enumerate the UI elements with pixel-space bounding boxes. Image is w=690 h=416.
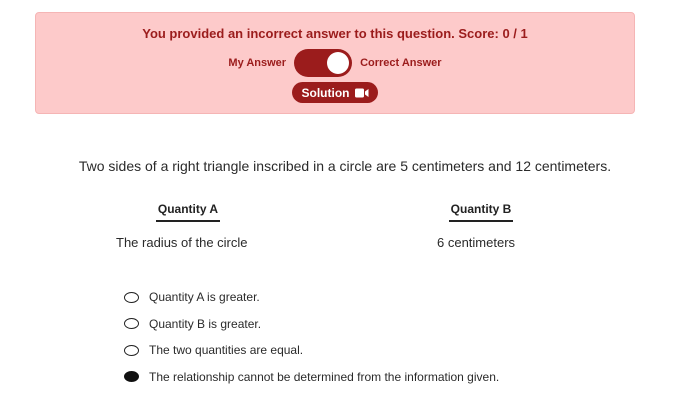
radio-button[interactable]: [124, 344, 139, 356]
answer-toggle-switch[interactable]: [294, 49, 353, 77]
toggle-knob: [327, 52, 350, 74]
answer-options: Quantity A is greater. Quantity B is gre…: [124, 284, 499, 390]
radio-button[interactable]: [124, 371, 139, 383]
answer-toggle-row: My Answer Correct Answer: [36, 49, 634, 77]
solution-button[interactable]: Solution: [292, 82, 378, 103]
option-label: Quantity A is greater.: [149, 290, 260, 305]
quantity-b-value: 6 centimeters: [437, 235, 516, 250]
feedback-banner: You provided an incorrect answer to this…: [35, 12, 635, 114]
option-label: Quantity B is greater.: [149, 316, 262, 331]
option-a[interactable]: Quantity A is greater.: [124, 284, 499, 311]
option-c[interactable]: The two quantities are equal.: [124, 337, 499, 364]
video-camera-icon: [354, 88, 369, 98]
option-b[interactable]: Quantity B is greater.: [124, 311, 499, 338]
question-text: Two sides of a right triangle inscribed …: [78, 158, 612, 174]
feedback-message: You provided an incorrect answer to this…: [142, 26, 528, 41]
radio-button[interactable]: [124, 291, 139, 303]
option-label: The relationship cannot be determined fr…: [149, 369, 500, 384]
correct-answer-label: Correct Answer: [360, 57, 442, 69]
option-label: The two quantities are equal.: [149, 343, 304, 358]
solution-button-label: Solution: [301, 85, 350, 100]
quantity-b-header: Quantity B: [449, 202, 513, 222]
my-answer-label: My Answer: [228, 57, 287, 69]
quantity-a-header: Quantity A: [156, 202, 220, 222]
option-d[interactable]: The relationship cannot be determined fr…: [124, 364, 499, 391]
radio-button[interactable]: [124, 318, 139, 330]
quantity-a-value: The radius of the circle: [116, 235, 248, 250]
